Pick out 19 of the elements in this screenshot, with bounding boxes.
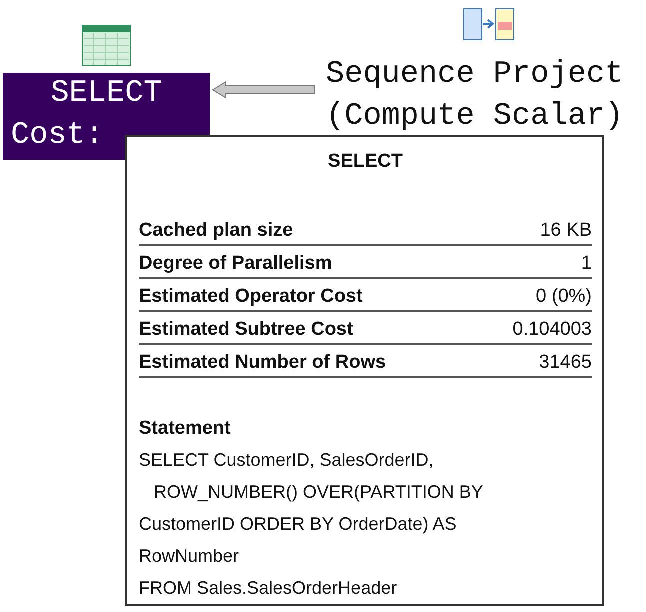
property-label: Estimated Operator Cost: [139, 286, 363, 308]
node-title: SELECT: [50, 75, 162, 113]
property-label: Degree of Parallelism: [139, 253, 332, 275]
tooltip-title: SELECT: [328, 151, 403, 173]
property-label: Estimated Number of Rows: [139, 352, 386, 374]
table-icon: [82, 25, 131, 66]
property-value: 1: [581, 253, 592, 275]
property-value: 31465: [539, 352, 592, 374]
statement-label: Statement: [139, 418, 232, 440]
sequence-project-icon: [463, 8, 515, 41]
property-label: Cached plan size: [139, 220, 294, 242]
property-value: 0 (0%): [536, 286, 592, 308]
node-title: Sequence Project: [326, 56, 624, 94]
property-label: Estimated Subtree Cost: [139, 319, 354, 341]
node-cost: Cost:: [10, 117, 104, 155]
statement-text: SELECT CustomerID, SalesOrderID, ROW_NUMBER() OVER(PARTITION BY CustomerID ORDER BY OrderDate) AS RowNumber FROM Sales.SalesOrderHeader: [139, 449, 484, 600]
property-value: 16 KB: [540, 220, 592, 242]
node-subtitle: (Compute Scalar): [326, 98, 624, 136]
property-value: 0.104003: [512, 319, 592, 341]
